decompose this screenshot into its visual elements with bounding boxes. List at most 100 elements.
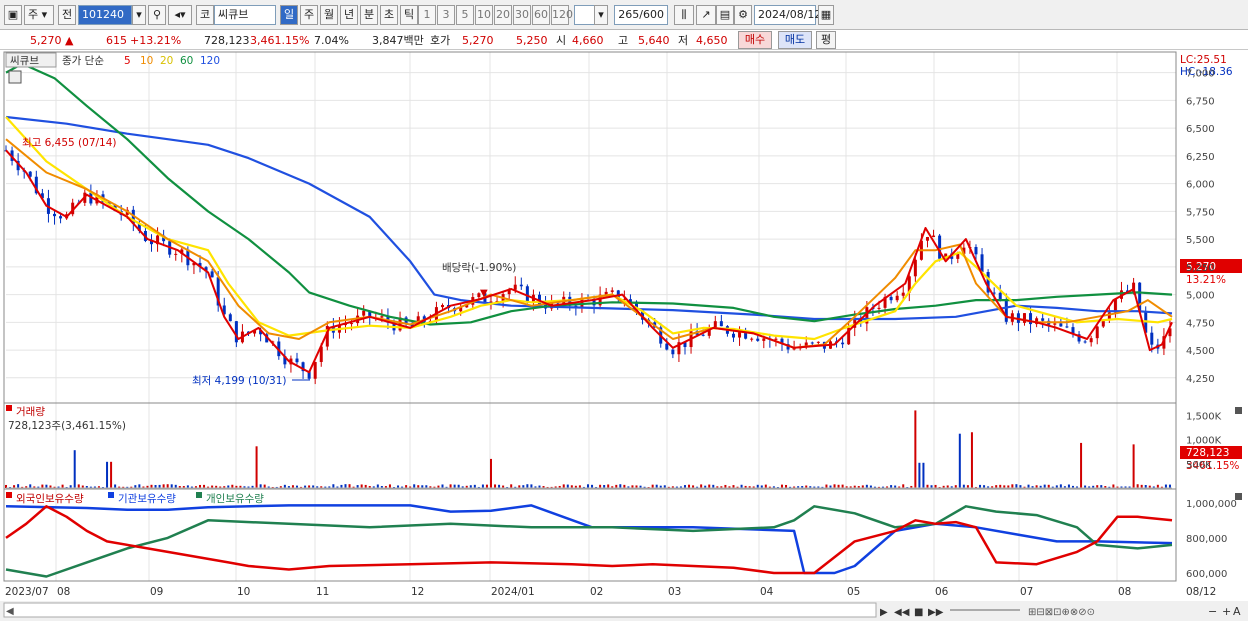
interval-tab-120[interactable]: 120	[551, 5, 573, 25]
institution-legend: 기관보유수량	[118, 493, 176, 505]
search-icon[interactable]: ⚲	[148, 5, 166, 25]
buy-button[interactable]: 매수	[738, 31, 772, 49]
x-axis-label: 02	[590, 586, 603, 598]
volume-bar	[449, 484, 452, 488]
volume-bar	[833, 484, 836, 488]
candle-body	[932, 235, 936, 238]
candle-body	[1089, 338, 1093, 343]
volume-bar	[958, 433, 961, 488]
candle-body	[719, 321, 723, 327]
individual-legend-icon	[196, 492, 202, 498]
play-icon[interactable]: ▶	[880, 607, 888, 618]
x-axis-label: 07	[1020, 586, 1033, 598]
volume-bar	[607, 484, 610, 488]
stock-chart[interactable]: 씨큐브 종가 단순 5 10 20 60 120 LC:25.51 HC:-18…	[0, 50, 1248, 621]
volume-bar	[114, 484, 117, 488]
volume-bar	[526, 484, 529, 488]
interval-dropdown-icon[interactable]: ▾	[594, 5, 608, 25]
interval-tab-5[interactable]: 5	[456, 5, 474, 25]
chart-tools-icon[interactable]: ⊞⊟⊠⊡⊕⊗⊘⊙	[1028, 607, 1095, 618]
individual-legend: 개인보유수량	[206, 493, 264, 505]
market-button[interactable]: 코	[196, 5, 214, 25]
candle-body	[877, 307, 881, 309]
count-total: /600	[639, 8, 664, 21]
volume-bar	[388, 484, 391, 488]
volume-bar	[489, 458, 492, 488]
horizontal-scrollbar[interactable]	[3, 602, 877, 618]
volume-bar	[1168, 484, 1171, 488]
period-tab-5[interactable]: 초	[380, 5, 398, 25]
forward-icon[interactable]: ▶▶	[928, 607, 944, 618]
period-tab-6[interactable]: 틱	[400, 5, 418, 25]
interval-tab-1[interactable]: 1	[418, 5, 436, 25]
zoom-out-icon[interactable]: −	[1208, 605, 1217, 618]
foreign-legend-icon	[6, 492, 12, 498]
interval-tab-30[interactable]: 30	[513, 5, 531, 25]
zoom-in-icon[interactable]: +	[1222, 605, 1231, 618]
sell-button[interactable]: 매도	[778, 31, 812, 49]
mode-button[interactable]: 전	[58, 5, 76, 25]
interval-tab-10[interactable]: 10	[475, 5, 493, 25]
interval-tab-60[interactable]: 60	[532, 5, 550, 25]
gear-icon[interactable]: ⚙	[734, 5, 752, 25]
volume-bar	[1043, 484, 1046, 488]
x-axis-label: 09	[150, 586, 163, 598]
candle-body	[665, 343, 669, 350]
candle-body	[52, 213, 56, 217]
period-tab-4[interactable]: 분	[360, 5, 378, 25]
candle-body	[974, 246, 978, 255]
volume-bar	[780, 484, 783, 488]
stock-name-field[interactable]: 씨큐브	[214, 5, 276, 25]
candle-body	[210, 271, 214, 278]
volume-close-icon[interactable]	[1235, 407, 1242, 414]
table-icon[interactable]	[8, 70, 22, 84]
volume-bar	[1132, 444, 1135, 488]
candle-icon[interactable]: ⫼	[674, 5, 694, 25]
count-field[interactable]: 265/600	[614, 5, 668, 25]
volume-bar	[263, 484, 266, 488]
x-axis-label: 2024/01	[491, 586, 535, 598]
layout-icon[interactable]: ▣	[4, 5, 22, 25]
save-icon[interactable]: ▤	[716, 5, 734, 25]
volume-bar	[566, 484, 569, 488]
candle-body	[901, 292, 905, 296]
ma10-label: 10	[140, 55, 153, 67]
period-tab-3[interactable]: 년	[340, 5, 358, 25]
period-tab-0[interactable]: 일	[280, 5, 298, 25]
rewind-icon[interactable]: ◀◀	[894, 607, 910, 618]
candle-body	[1095, 326, 1099, 339]
low-label: 저	[678, 34, 689, 47]
eval-button[interactable]: 평	[816, 31, 836, 49]
draw-tool-icon[interactable]: ↗	[696, 5, 716, 25]
volume-bar	[77, 484, 80, 488]
price-y-tick: 6,500	[1186, 124, 1215, 135]
x-axis-label: 12	[411, 586, 424, 598]
date-field[interactable]: 2024/08/12	[754, 5, 821, 25]
volume-bar	[922, 462, 925, 488]
text-tool-icon[interactable]: A	[1233, 605, 1241, 618]
volume-bar	[1164, 484, 1167, 488]
x-axis-label: 06	[935, 586, 949, 598]
calendar-icon[interactable]: ▦	[818, 5, 834, 25]
toolbar: ▣ 주 ▾ 전 101240 ▾ ⚲ ◂▾ 코 씨큐브 일주월년분초틱 1351…	[0, 0, 1248, 30]
period-tab-1[interactable]: 주	[300, 5, 318, 25]
price-value: 5,270	[30, 34, 62, 47]
candle-body	[1083, 341, 1087, 343]
current-price: 5,270 ▲	[30, 34, 74, 47]
last-pct-text: 13.21%	[1186, 274, 1226, 286]
interval-tab-3[interactable]: 3	[437, 5, 455, 25]
candle-body	[731, 333, 735, 338]
volume-bar	[530, 484, 533, 488]
stop-icon[interactable]: ■	[914, 607, 923, 618]
x-axis-label: 10	[237, 586, 250, 598]
speaker-icon[interactable]: ◂▾	[168, 5, 192, 25]
holdings-y-tick: 800,000	[1186, 534, 1227, 545]
type-select[interactable]: 주 ▾	[24, 5, 54, 25]
scroll-left-icon[interactable]: ◀	[6, 606, 14, 617]
code-dropdown-icon[interactable]: ▾	[132, 5, 146, 25]
interval-tab-20[interactable]: 20	[494, 5, 512, 25]
volume-bar	[619, 484, 622, 488]
period-tab-2[interactable]: 월	[320, 5, 338, 25]
candle-body	[841, 342, 845, 345]
code-input[interactable]: 101240	[78, 5, 132, 25]
